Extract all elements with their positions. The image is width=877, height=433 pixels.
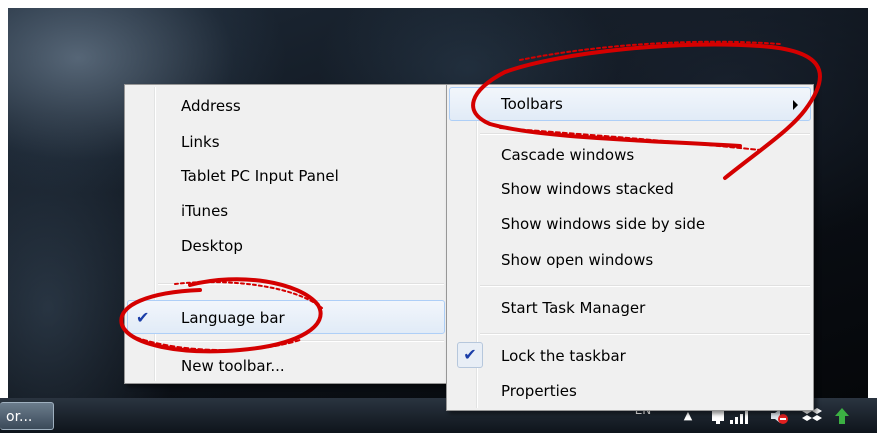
menu-item-itunes[interactable]: iTunes: [127, 196, 445, 226]
menu-item-label: Start Task Manager: [501, 299, 646, 317]
checkmark-icon: ✔: [136, 308, 150, 327]
menu-separator: [158, 283, 444, 285]
menu-item-desktop[interactable]: Desktop: [127, 231, 445, 261]
menu-item-start-task-manager[interactable]: Start Task Manager: [449, 293, 811, 323]
menu-item-new-toolbar[interactable]: New toolbar...: [127, 351, 445, 381]
menu-item-address[interactable]: Address: [127, 91, 445, 121]
toolbars-submenu: Address Links Tablet PC Input Panel iTun…: [124, 84, 448, 384]
menu-item-label: Desktop: [181, 237, 243, 255]
menu-item-label: New toolbar...: [181, 357, 285, 375]
sync-icon[interactable]: [830, 398, 854, 433]
menu-item-label: Tablet PC Input Panel: [181, 167, 339, 185]
menu-item-links[interactable]: Links: [127, 127, 445, 157]
taskbar-button[interactable]: or...: [0, 402, 54, 430]
menu-item-label: Lock the taskbar: [501, 347, 626, 365]
menu-item-label: Properties: [501, 382, 577, 400]
menu-item-toolbars[interactable]: Toolbars: [449, 87, 811, 121]
menu-item-language-bar[interactable]: ✔ Language bar: [127, 300, 445, 334]
submenu-arrow-icon: [793, 100, 798, 110]
menu-item-label: Toolbars: [501, 95, 563, 113]
menu-item-show-open-windows[interactable]: Show open windows: [449, 245, 811, 275]
menu-item-lock-the-taskbar[interactable]: ✔ Lock the taskbar: [449, 341, 811, 371]
menu-item-label: iTunes: [181, 202, 229, 220]
menu-separator: [480, 133, 810, 135]
menu-item-properties[interactable]: Properties: [449, 376, 811, 406]
checkmark-icon: ✔: [457, 342, 483, 368]
screen: or... EN ▲ Address Links Tablet PC Input…: [0, 0, 877, 433]
menu-separator: [480, 285, 810, 287]
menu-item-label: Address: [181, 97, 241, 115]
menu-item-label: Show open windows: [501, 251, 654, 269]
menu-item-label: Show windows stacked: [501, 180, 674, 198]
menu-separator: [158, 340, 444, 342]
menu-item-show-windows-stacked[interactable]: Show windows stacked: [449, 174, 811, 204]
taskbar-context-menu: Toolbars Cascade windows Show windows st…: [446, 84, 814, 411]
menu-item-label: Language bar: [181, 309, 285, 327]
menu-item-show-windows-side-by-side[interactable]: Show windows side by side: [449, 209, 811, 239]
menu-item-tablet-pc-input-panel[interactable]: Tablet PC Input Panel: [127, 161, 445, 191]
menu-item-label: Links: [181, 133, 220, 151]
menu-item-label: Show windows side by side: [501, 215, 706, 233]
menu-separator: [480, 333, 810, 335]
menu-item-label: Cascade windows: [501, 146, 635, 164]
menu-item-cascade-windows[interactable]: Cascade windows: [449, 140, 811, 170]
